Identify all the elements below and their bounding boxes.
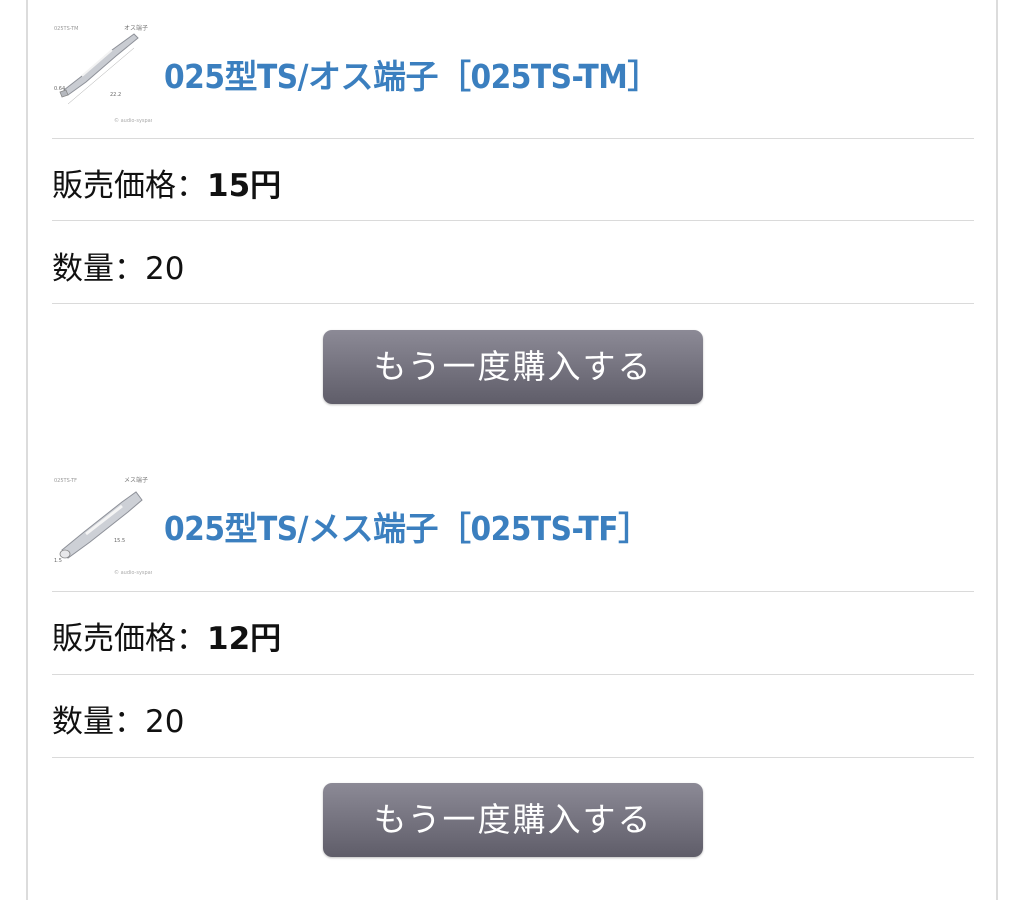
price-label: 販売価格： <box>52 621 207 657</box>
divider <box>52 757 974 758</box>
divider <box>52 674 974 675</box>
svg-text:メス端子: メス端子 <box>124 476 148 484</box>
item-header: 025TS-TF メス端子 1.5 15.5 © audio-sysparts … <box>52 472 974 592</box>
price-label: 販売価格： <box>52 168 207 204</box>
price-row: 販売価格：15円 <box>52 160 281 205</box>
svg-text:0.64: 0.64 <box>54 86 65 92</box>
quantity-label: 数量： <box>52 704 145 740</box>
quantity-row: 数量：20 <box>52 243 184 288</box>
divider <box>52 591 974 592</box>
divider <box>52 220 974 221</box>
price-value: 15円 <box>207 168 282 204</box>
rebuy-button[interactable]: もう一度購入する <box>323 783 703 857</box>
divider <box>52 138 974 139</box>
quantity-label: 数量： <box>52 251 145 287</box>
quantity-row: 数量：20 <box>52 696 184 741</box>
quantity-value: 20 <box>145 251 185 287</box>
product-image[interactable]: 025TS-TF メス端子 1.5 15.5 © audio-sysparts <box>52 472 152 580</box>
svg-text:025TS-TM: 025TS-TM <box>54 26 79 32</box>
product-title-link[interactable]: 025型TS/メス端子［025TS-TF］ <box>164 502 651 550</box>
divider <box>52 303 974 304</box>
svg-text:22.2: 22.2 <box>110 92 121 98</box>
svg-text:15.5: 15.5 <box>114 538 125 544</box>
svg-text:© audio-sysparts: © audio-sysparts <box>114 117 152 124</box>
price-value: 12円 <box>207 621 282 657</box>
item-header: 025TS-TM オス端子 0.64 22.2 © audio-sysparts… <box>52 20 974 140</box>
product-title-link[interactable]: 025型TS/オス端子［025TS-TM］ <box>164 50 660 98</box>
svg-text:1.5: 1.5 <box>54 558 62 564</box>
rebuy-button[interactable]: もう一度購入する <box>323 330 703 404</box>
product-image[interactable]: 025TS-TM オス端子 0.64 22.2 © audio-sysparts <box>52 20 152 128</box>
quantity-value: 20 <box>145 704 185 740</box>
price-row: 販売価格：12円 <box>52 613 281 658</box>
svg-text:© audio-sysparts: © audio-sysparts <box>114 569 152 576</box>
svg-text:025TS-TF: 025TS-TF <box>54 478 77 484</box>
svg-text:オス端子: オス端子 <box>124 24 148 32</box>
